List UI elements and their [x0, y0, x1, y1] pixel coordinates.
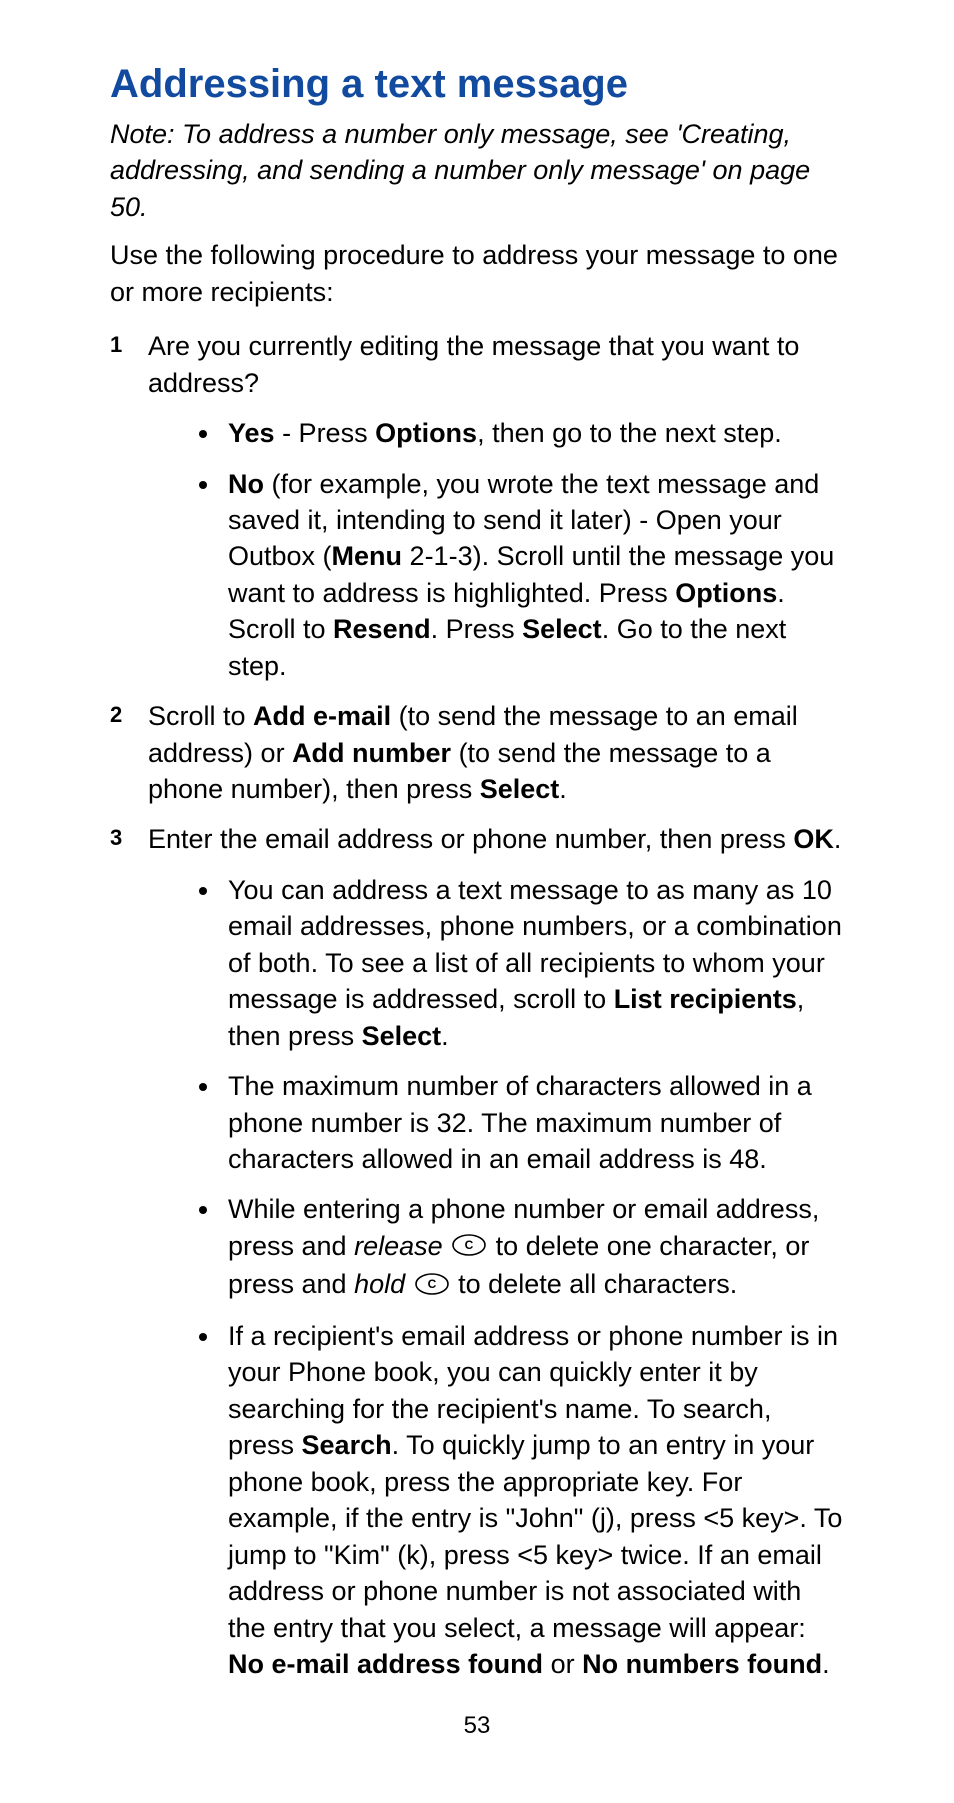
- no-menu: Menu: [332, 541, 403, 571]
- s3-b3-release: release: [354, 1231, 443, 1261]
- page-title: Addressing a text message: [110, 60, 844, 108]
- yes-options: Options: [375, 418, 477, 448]
- s3-b4-nonum: No numbers found: [582, 1649, 822, 1679]
- step-3-bullets: You can address a text message to as man…: [148, 872, 844, 1683]
- no-select: Select: [522, 614, 602, 644]
- step-1-options: Yes - Press Options, then go to the next…: [148, 415, 844, 684]
- steps-list: Are you currently editing the message th…: [110, 328, 844, 1682]
- s3-b4-p2: . To quickly jump to an entry in your ph…: [228, 1430, 842, 1642]
- svg-text:C: C: [427, 1277, 436, 1291]
- s3-b3-p3: to delete all characters.: [458, 1269, 737, 1299]
- s3-b4-p3: .: [822, 1649, 830, 1679]
- s2-addnumber: Add number: [292, 738, 451, 768]
- step-2: Scroll to Add e-mail (to send the messag…: [110, 698, 844, 807]
- s2-p4: .: [559, 774, 567, 804]
- s3-p2: .: [834, 824, 842, 854]
- manual-page: Addressing a text message Note: To addre…: [0, 0, 954, 1803]
- s3-b3-hold: hold: [354, 1269, 405, 1299]
- no-options: Options: [675, 578, 777, 608]
- s2-select: Select: [480, 774, 560, 804]
- s3-b4-search: Search: [302, 1430, 392, 1460]
- step-1-no: No (for example, you wrote the text mess…: [222, 466, 844, 685]
- s3-p1: Enter the email address or phone number,…: [148, 824, 793, 854]
- s3-b1-list: List recipients: [614, 984, 797, 1014]
- s3-b1-select: Select: [362, 1021, 442, 1051]
- no-p4: . Press: [431, 614, 523, 644]
- s3-b4-noemail: No e-mail address found: [228, 1649, 543, 1679]
- s2-p1: Scroll to: [148, 701, 253, 731]
- clear-key-icon: C: [452, 1229, 486, 1265]
- step-3: Enter the email address or phone number,…: [110, 821, 844, 1682]
- s2-addemail: Add e-mail: [253, 701, 391, 731]
- yes-label: Yes: [228, 418, 275, 448]
- no-resend: Resend: [333, 614, 431, 644]
- page-number: 53: [110, 1712, 844, 1740]
- s3-ok: OK: [793, 824, 834, 854]
- s3-b4: If a recipient's email address or phone …: [222, 1318, 844, 1682]
- step-1: Are you currently editing the message th…: [110, 328, 844, 684]
- yes-post: , then go to the next step.: [477, 418, 782, 448]
- intro-text: Use the following procedure to address y…: [110, 237, 844, 310]
- svg-text:C: C: [465, 1238, 474, 1252]
- s3-b2: The maximum number of characters allowed…: [222, 1068, 844, 1177]
- no-label: No: [228, 469, 264, 499]
- step-1-question: Are you currently editing the message th…: [148, 331, 799, 397]
- s3-b4-or: or: [543, 1649, 582, 1679]
- s3-b3: While entering a phone number or email a…: [222, 1191, 844, 1304]
- s3-b1-p3: .: [441, 1021, 449, 1051]
- yes-pre: - Press: [275, 418, 376, 448]
- note-text: Note: To address a number only message, …: [110, 116, 844, 225]
- s3-b1: You can address a text message to as man…: [222, 872, 844, 1054]
- clear-key-icon-2: C: [415, 1268, 449, 1304]
- step-1-yes: Yes - Press Options, then go to the next…: [222, 415, 844, 451]
